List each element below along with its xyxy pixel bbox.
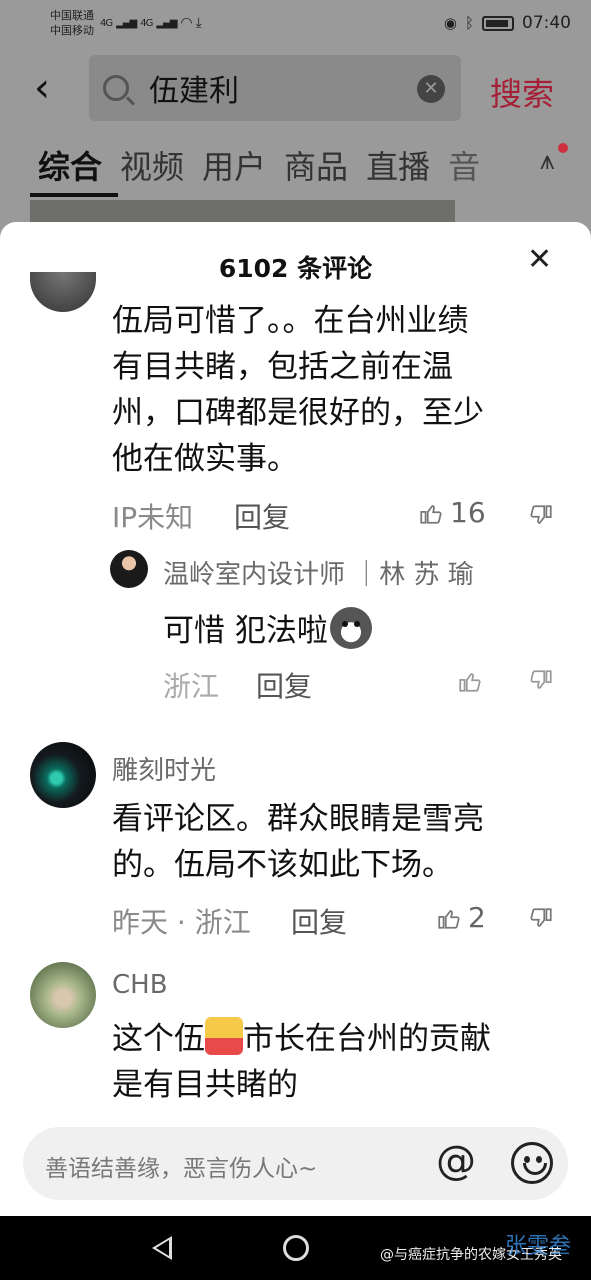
reply-button[interactable]: 回复 [256,665,312,705]
filter-icon[interactable]: ⩚ [540,146,555,177]
tab-products[interactable]: 商品 [284,142,348,188]
avatar[interactable] [30,742,96,808]
nav-back-icon[interactable] [152,1236,172,1260]
reply-text-content: 可惜 犯法啦 [163,613,328,649]
comment-username[interactable]: 雕刻时光 [112,750,216,787]
comment-meta: IP未知 [112,501,194,534]
emoji-smile-icon[interactable] [511,1142,553,1184]
like-count: 2 [468,901,486,934]
reply-username[interactable]: 温岭室内设计师 ｜林 苏 瑜 [163,554,474,591]
signal-bars-1-icon: ▂▄▆ [116,17,137,29]
signal-bars-2-icon: ▂▄▆ [156,17,177,29]
like-button[interactable]: 16 [418,496,486,529]
signal-2-label: 4G [140,17,153,29]
comment-line: 是有目共睹的 [112,1067,298,1103]
tab-video[interactable]: 视频 [120,142,184,188]
carrier-labels: 中国联通 中国移动 [50,8,94,38]
thumbs-down-icon[interactable] [528,906,554,932]
system-nav-bar: @与癌症抗争的农嫁女王秀英 张雯叁 [0,1216,591,1280]
reply-text: 可惜 犯法啦 [163,605,372,650]
comment-text-part: 这个伍 [112,1021,205,1057]
avatar[interactable] [110,550,148,588]
comment-text: 这个伍 市长在台州的贡献 是有目共睹的 [112,1016,572,1108]
tab-live[interactable]: 直播 [366,142,430,188]
tab-users[interactable]: 用户 [202,142,266,188]
thumbs-down-icon[interactable] [528,668,554,694]
thumbs-up-icon [418,500,444,526]
back-arrow-icon[interactable]: ‹ [12,53,72,123]
carrier-2: 中国移动 [50,24,94,37]
thumbs-down-icon[interactable] [528,503,554,529]
tab-music[interactable]: 音 [448,142,480,188]
comment-line: 的。伍局不该如此下场。 [112,847,453,883]
search-input[interactable]: 伍建利 ✕ [89,55,461,121]
avatar[interactable] [30,272,96,312]
husky-emoji-icon [329,606,372,649]
watermark-logo: 张雯叁 [505,1234,572,1259]
mention-at-icon[interactable]: @ [436,1138,476,1184]
comment-text: 伍局可惜了。。在台州业绩 有目共睹，包括之前在温 州，口碑都是很好的，至少 他在… [112,298,552,482]
comment-input-bar: 善语结善缘，恶言伤人心~ @ [0,1110,591,1216]
comment-line: 他在做实事。 [112,441,298,477]
comment-placeholder: 善语结善缘，恶言伤人心~ [45,1156,318,1182]
like-button[interactable]: 2 [436,901,486,934]
comment-input[interactable]: 善语结善缘，恶言伤人心~ @ [23,1127,568,1200]
search-icon [103,75,129,101]
comment-line: 州，口碑都是很好的，至少 [112,395,484,431]
download-icon: ⤓ [195,15,202,31]
battery-icon [482,15,514,31]
comment-line: 看评论区。群众眼睛是雪亮 [112,801,484,837]
clear-icon[interactable]: ✕ [417,75,445,103]
tab-comprehensive[interactable]: 综合 [38,142,102,188]
reply-meta: 浙江 [163,670,220,703]
comment-line: 有目共睹，包括之前在温 [112,349,453,385]
comment-text-part: 市长在台州的贡献 [243,1021,491,1057]
signal-1-label: 4G [100,17,113,29]
bluetooth-icon: ᛒ [464,14,474,32]
search-button[interactable]: 搜索 [490,69,554,115]
comment-line: 这个伍 市长在台州的贡献 [112,1016,572,1062]
search-header: ‹ 伍建利 ✕ 搜索 [0,53,591,123]
search-query: 伍建利 [149,74,239,109]
comment-meta: 昨天 · 浙江 [112,906,251,939]
wifi-icon: ◠ [180,15,192,31]
clock: 07:40 [522,13,571,33]
eye-icon: ◉ [443,14,457,32]
comment-text: 看评论区。群众眼睛是雪亮 的。伍局不该如此下场。 [112,796,484,888]
avatar[interactable] [30,962,96,1028]
comments-sheet: 6102 条评论 ✕ 伍局可惜了。。在台州业绩 有目共睹，包括之前在温 州，口碑… [0,222,591,1217]
comment-line: 伍局可惜了。。在台州业绩 [112,303,469,339]
like-count: 16 [450,496,486,529]
thumbs-up-emoji-icon [205,1017,243,1055]
nav-home-icon[interactable] [283,1235,309,1261]
close-icon[interactable]: ✕ [527,242,552,277]
result-tabs: 综合 视频 用户 商品 直播 音 [38,142,480,188]
thumbs-up-icon[interactable] [457,668,483,694]
notification-dot [558,143,568,153]
comment-username[interactable]: CHB [112,970,168,1000]
reply-button[interactable]: 回复 [291,901,347,941]
active-tab-indicator [30,193,118,197]
thumbs-up-icon [436,905,462,931]
status-bar: 中国联通 中国移动 4G ▂▄▆ 4G ▂▄▆ ◠ ⤓ ◉ ᛒ 07:40 [0,0,591,46]
reply-button[interactable]: 回复 [234,496,290,536]
carrier-1: 中国联通 [50,9,94,22]
